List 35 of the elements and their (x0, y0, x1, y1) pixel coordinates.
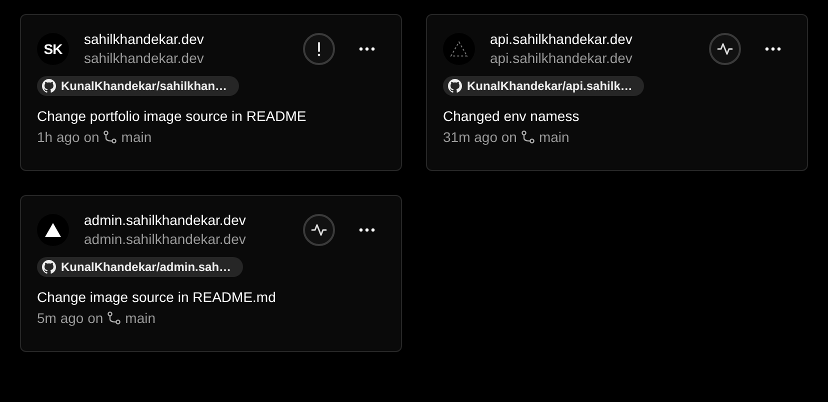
commit-message: Changed env namess (443, 108, 580, 124)
repo-link[interactable]: KunalKhandekar/sahilkhan… (37, 76, 240, 96)
status-button[interactable] (709, 32, 741, 64)
project-domain[interactable]: admin.sahilkhandekar.dev (84, 231, 303, 247)
triangle-icon (449, 40, 469, 58)
branch-icon (103, 130, 118, 144)
project-domain[interactable]: sahilkhandekar.dev (84, 50, 303, 66)
project-name[interactable]: sahilkhandekar.dev (84, 31, 303, 47)
status-button[interactable] (303, 32, 335, 64)
branch-icon (520, 130, 535, 144)
branch-icon (107, 311, 122, 325)
commit-message: Change image source in README.md (37, 289, 276, 305)
github-icon (42, 79, 56, 93)
activity-icon (717, 42, 733, 56)
branch-name: main (121, 129, 152, 145)
github-icon (448, 79, 462, 93)
commit-message: Change portfolio image source in README (37, 108, 306, 124)
commit-time: 1h ago on (37, 129, 100, 145)
commit-time: 5m ago on (37, 310, 104, 326)
logo-text: SK (44, 40, 62, 56)
more-icon (359, 46, 375, 50)
more-icon (359, 228, 375, 232)
branch-name: main (125, 310, 156, 326)
repo-link[interactable]: KunalKhandekar/api.sahilk… (443, 76, 644, 96)
status-button[interactable] (303, 214, 335, 246)
commit-time: 31m ago on (443, 129, 517, 145)
project-name[interactable]: api.sahilkhandekar.dev (490, 31, 709, 47)
project-name[interactable]: admin.sahilkhandekar.dev (84, 212, 303, 228)
repo-link[interactable]: KunalKhandekar/admin.sah… (37, 257, 244, 277)
project-domain[interactable]: api.sahilkhandekar.dev (490, 50, 709, 66)
triangle-icon (45, 222, 61, 236)
github-icon (42, 260, 56, 274)
activity-icon (311, 222, 327, 236)
more-icon (765, 46, 781, 50)
branch-name: main (538, 129, 570, 145)
